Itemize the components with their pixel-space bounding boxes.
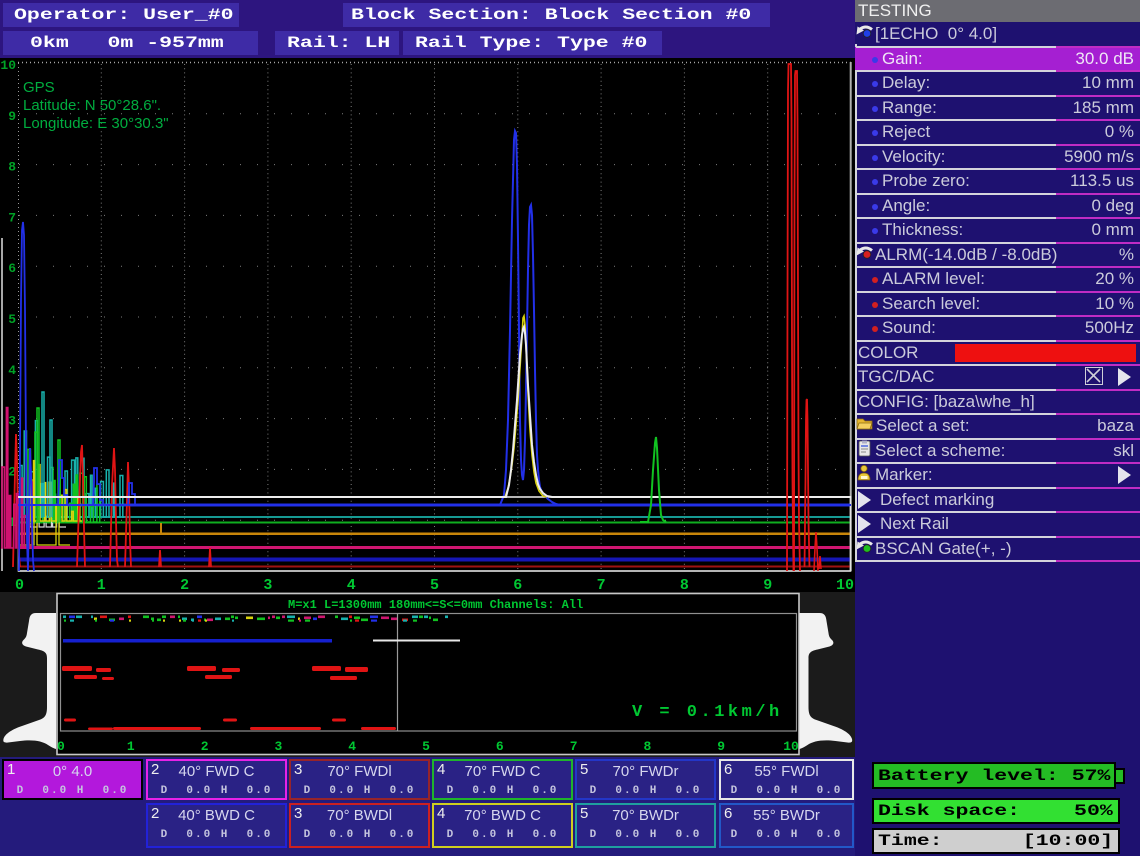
svg-text:7: 7 [8,210,16,225]
svg-text:3: 3 [263,577,272,592]
svg-text:6: 6 [496,739,504,754]
svg-text:9: 9 [717,739,725,754]
svg-text:6: 6 [8,261,16,276]
svg-text:9: 9 [763,577,772,592]
svg-text:5: 5 [8,312,16,327]
svg-text:Latitude: N 50°28.6".: Latitude: N 50°28.6". [23,97,161,114]
svg-text:3: 3 [274,739,282,754]
svg-text:0: 0 [57,739,65,754]
svg-text:2: 2 [201,739,209,754]
svg-text:0: 0 [15,577,24,592]
svg-text:10: 10 [783,739,799,754]
svg-text:1: 1 [127,739,135,754]
svg-text:5: 5 [422,739,430,754]
svg-text:10: 10 [836,577,854,592]
svg-text:GPS: GPS [23,79,55,96]
svg-text:10: 10 [0,58,16,73]
svg-text:6: 6 [513,577,522,592]
svg-text:9: 9 [8,109,16,124]
svg-text:3: 3 [8,414,16,429]
svg-text:4: 4 [8,363,16,378]
svg-text:Longitude: E 30°30.3": Longitude: E 30°30.3" [23,115,169,132]
svg-text:4: 4 [348,739,356,754]
svg-text:8: 8 [643,739,651,754]
svg-text:8: 8 [8,160,16,175]
svg-text:7: 7 [570,739,578,754]
svg-text:8: 8 [680,577,689,592]
svg-text:7: 7 [597,577,606,592]
svg-text:2: 2 [180,577,189,592]
svg-text:1: 1 [97,577,106,592]
svg-text:V = 0.1km/h: V = 0.1km/h [632,703,783,722]
svg-text:4: 4 [347,577,356,592]
svg-text:M=x1 L=1300mm 180mm<=S<=0mm C: M=x1 L=1300mm 180mm<=S<=0mm Channels: Al… [288,598,583,612]
svg-text:5: 5 [430,577,439,592]
